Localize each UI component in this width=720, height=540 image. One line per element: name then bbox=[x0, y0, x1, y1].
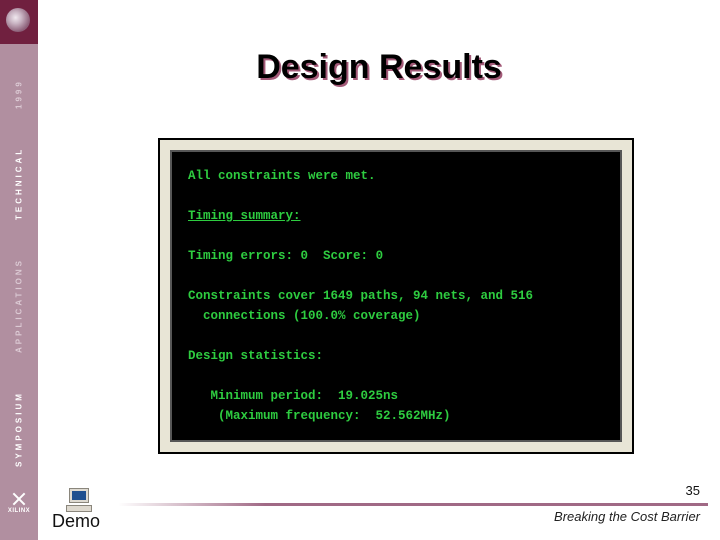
slide-title: Design Results bbox=[38, 48, 720, 87]
term-errors-label: Timing errors: bbox=[188, 249, 301, 263]
terminal-frame: All constraints were met. Timing summary… bbox=[158, 138, 634, 454]
term-constraints-2: connections (100.0% coverage) bbox=[188, 309, 421, 323]
term-min-period: Minimum period: 19.025ns bbox=[188, 389, 398, 403]
term-score-label: Score: bbox=[308, 249, 376, 263]
slide: SYMPOSIUM APPLICATIONS TECHNICAL 1999 XI… bbox=[0, 0, 720, 540]
x-icon bbox=[12, 492, 26, 506]
footer-tagline: Breaking the Cost Barrier bbox=[554, 509, 700, 524]
term-constraints-1: Constraints cover 1649 paths, 94 nets, a… bbox=[188, 289, 533, 303]
footer-rule bbox=[118, 503, 708, 506]
term-summary-heading: Timing summary: bbox=[188, 209, 301, 223]
sidebar-word-3: TECHNICAL bbox=[15, 147, 24, 220]
term-stats-heading: Design statistics: bbox=[188, 349, 323, 363]
term-score-value: 0 bbox=[376, 249, 384, 263]
vendor-name: XILINX bbox=[8, 508, 30, 514]
disc-icon bbox=[0, 0, 38, 44]
sidebar-vertical-text: SYMPOSIUM APPLICATIONS TECHNICAL 1999 bbox=[4, 60, 34, 486]
term-errors-value: 0 bbox=[301, 249, 309, 263]
demo-label: Demo bbox=[52, 511, 100, 532]
term-max-freq: (Maximum frequency: 52.562MHz) bbox=[188, 409, 451, 423]
page-number: 35 bbox=[686, 483, 700, 498]
term-line-1: All constraints were met. bbox=[188, 169, 376, 183]
sidebar-word-2: APPLICATIONS bbox=[15, 258, 24, 353]
sidebar-word-1: SYMPOSIUM bbox=[15, 391, 24, 467]
sidebar: SYMPOSIUM APPLICATIONS TECHNICAL 1999 XI… bbox=[0, 0, 38, 540]
terminal-output: All constraints were met. Timing summary… bbox=[170, 150, 622, 442]
computer-icon bbox=[66, 488, 92, 512]
vendor-logo: XILINX bbox=[0, 488, 38, 518]
sidebar-year: 1999 bbox=[15, 79, 24, 109]
